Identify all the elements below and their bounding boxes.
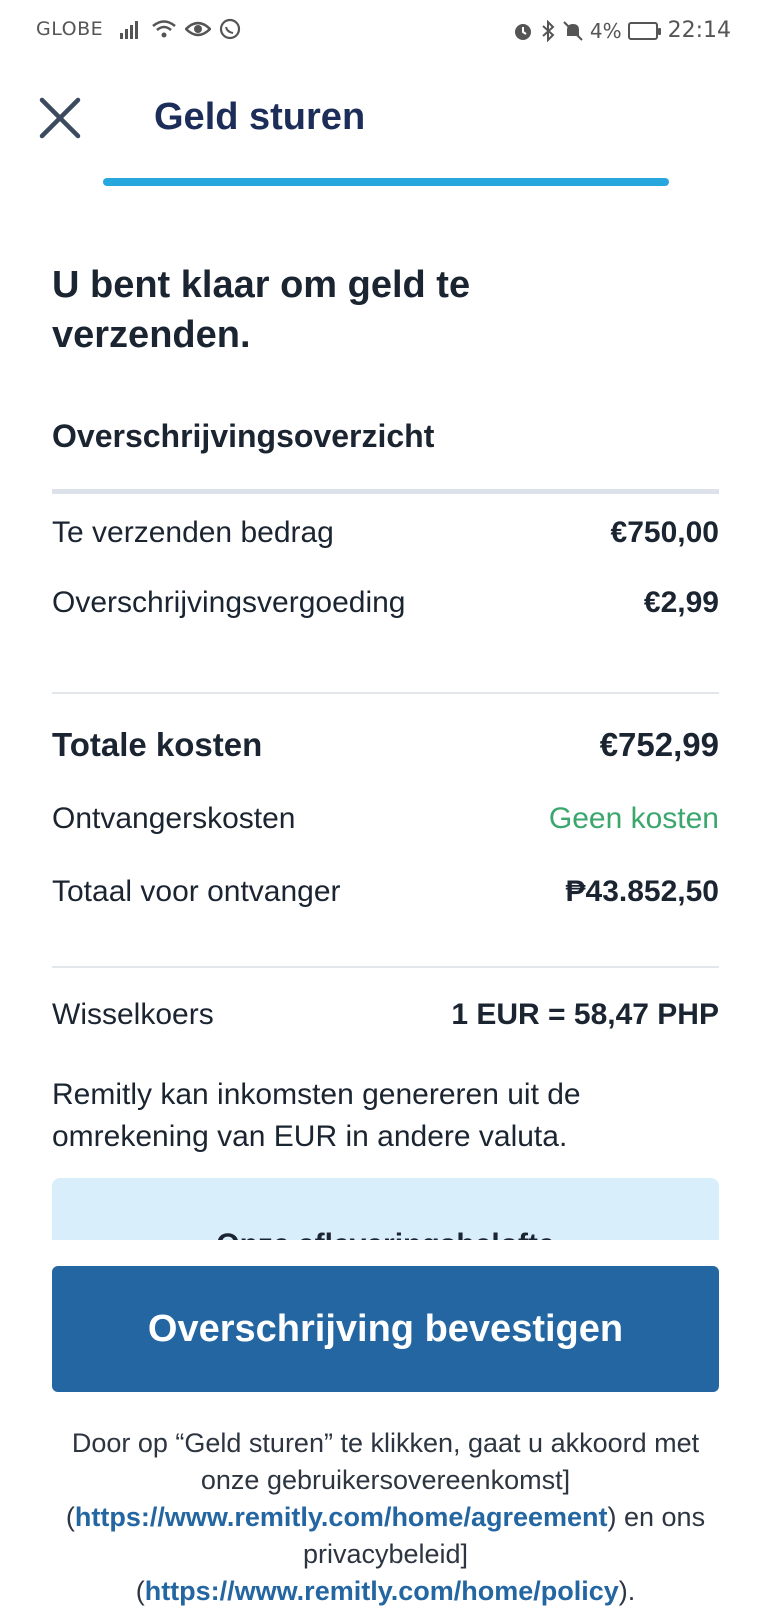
exchange-rate-label: Wisselkoers <box>52 998 214 1031</box>
progress-bar <box>103 178 669 186</box>
exchange-rate-value: 1 EUR = 58,47 PHP <box>451 998 719 1031</box>
recipient-fee-label: Ontvangerskosten <box>52 802 296 835</box>
divider <box>52 692 719 694</box>
summary-title: Overschrijvingsoverzicht <box>52 418 435 454</box>
recipient-fee-value: Geen kosten <box>548 802 719 835</box>
amount-row: Te verzenden bedrag €750,00 <box>52 516 719 550</box>
clock-time: 22:14 <box>667 18 731 43</box>
ready-heading: U bent klaar om geld te verzenden. <box>52 264 471 356</box>
recipient-fee-row: Ontvangerskosten Geen kosten <box>52 802 719 836</box>
carrier-name: GLOBE <box>36 18 104 40</box>
mute-icon <box>562 20 584 42</box>
close-icon <box>39 97 81 139</box>
delivery-promise-title: Onze afleveringsbelofte <box>52 1228 719 1240</box>
delivery-promise-card[interactable]: Onze afleveringsbelofte <box>52 1178 719 1240</box>
page-title: Geld sturen <box>154 96 366 138</box>
total-label: Totale kosten <box>52 726 263 763</box>
eye-icon <box>185 19 212 39</box>
terms-text: ). <box>618 1576 636 1606</box>
recipient-total-value: ₱43.852,50 <box>565 875 719 908</box>
status-bar-left: GLOBE <box>36 18 241 40</box>
battery-percent: 4% <box>589 18 622 43</box>
agreement-link[interactable]: https://www.remitly.com/home/agreement <box>75 1502 608 1532</box>
exchange-rate-row: Wisselkoers 1 EUR = 58,47 PHP <box>52 998 719 1032</box>
wifi-icon <box>151 19 177 39</box>
bottom-sheet-background <box>0 1240 771 1265</box>
signal-icon <box>119 19 143 39</box>
whatsapp-icon <box>219 18 241 40</box>
bluetooth-icon <box>540 19 556 42</box>
divider <box>52 966 719 968</box>
privacy-link[interactable]: https://www.remitly.com/home/policy <box>145 1576 619 1606</box>
conversion-disclaimer: Remitly kan inkomsten genereren uit de o… <box>52 1078 581 1153</box>
amount-value: €750,00 <box>610 516 719 549</box>
app-header: Geld sturen <box>0 86 771 156</box>
recipient-total-row: Totaal voor ontvanger ₱43.852,50 <box>52 875 719 909</box>
recipient-total-label: Totaal voor ontvanger <box>52 875 341 908</box>
amount-label: Te verzenden bedrag <box>52 516 334 549</box>
total-row: Totale kosten €752,99 <box>52 726 719 764</box>
total-value: €752,99 <box>599 726 719 763</box>
status-bar: GLOBE 4% 22:14 <box>0 0 771 60</box>
section-divider <box>52 489 719 494</box>
status-bar-right: 4% 22:14 <box>512 18 731 43</box>
fee-label: Overschrijvingsvergoeding <box>52 586 406 619</box>
close-button[interactable] <box>36 94 84 142</box>
terms-footer: Door op “Geld sturen” te klikken, gaat u… <box>60 1425 711 1610</box>
fee-value: €2,99 <box>643 586 719 619</box>
fee-row: Overschrijvingsvergoeding €2,99 <box>52 586 719 620</box>
battery-icon <box>627 21 661 40</box>
confirm-transfer-button[interactable]: Overschrijving bevestigen <box>52 1266 719 1392</box>
alarm-icon <box>512 20 534 42</box>
